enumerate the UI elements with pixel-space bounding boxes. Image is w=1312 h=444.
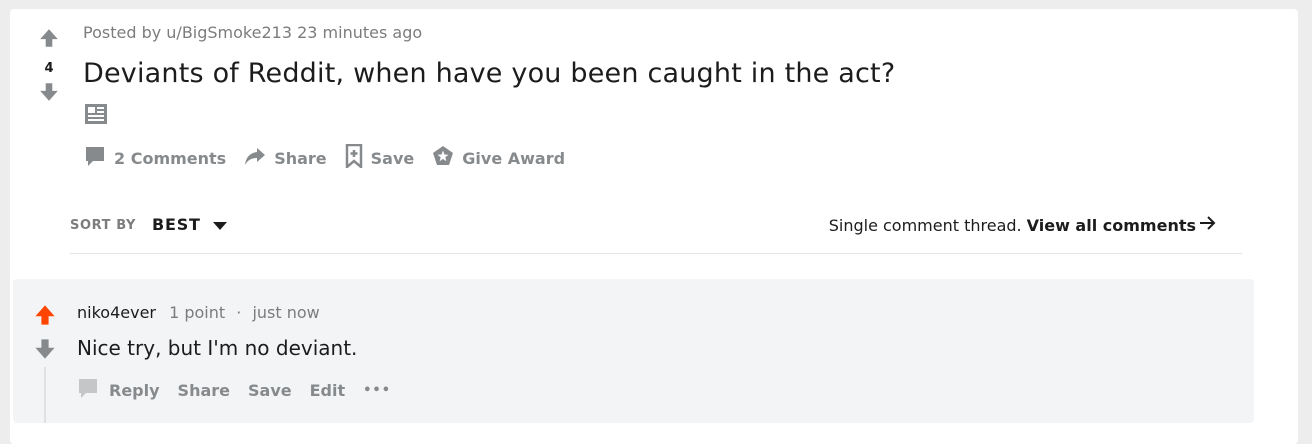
comment-meta: niko4ever 1 point · just now [77, 303, 320, 322]
sort-value: BEST [152, 215, 201, 234]
comment-share-label: Share [177, 380, 230, 400]
comment-body: Nice try, but I'm no deviant. [77, 336, 358, 360]
more-options-label: ••• [363, 382, 392, 398]
comment-upvote-icon[interactable] [33, 303, 57, 331]
award-label: Give Award [462, 148, 566, 168]
bookmark-icon [345, 143, 371, 172]
award-icon [432, 145, 462, 171]
comment-icon [77, 377, 109, 403]
comment-actions: Reply Share Save Edit ••• [77, 377, 409, 403]
text-post-icon [84, 103, 108, 125]
give-award-button[interactable]: Give Award [432, 145, 565, 171]
comments-label: 2 Comments [114, 148, 227, 168]
post-score: 4 [44, 61, 54, 76]
comment-icon [84, 145, 114, 171]
sort-dropdown[interactable]: BEST [152, 215, 227, 234]
upvote-icon[interactable] [29, 27, 69, 57]
comment-share-button[interactable]: Share [178, 381, 230, 400]
comment-edit-button[interactable]: Edit [310, 381, 346, 400]
thread-collapse-line[interactable] [44, 367, 46, 423]
downvote-icon[interactable] [29, 81, 69, 111]
view-all-label: View all comments [1026, 215, 1196, 235]
single-thread-note: Single comment thread. View all comments [829, 215, 1217, 235]
comment-save-button[interactable]: Save [248, 381, 292, 400]
post-title[interactable]: Deviants of Reddit, when have you been c… [83, 58, 895, 89]
post-actions: 2 Comments Share Save Give Award [84, 143, 583, 172]
posted-by-label: Posted by [83, 23, 162, 42]
arrow-right-icon [1196, 215, 1217, 235]
comment: niko4ever 1 point · just now Nice try, b… [13, 279, 1254, 423]
view-all-comments-link[interactable]: View all comments [1027, 215, 1217, 235]
comment-points: 1 point [169, 303, 226, 322]
post-time[interactable]: 23 minutes ago [297, 23, 422, 42]
reply-button[interactable]: Reply [77, 377, 160, 403]
share-icon [244, 145, 274, 171]
sort-label: SORT BY [70, 218, 137, 233]
post-vote-column: 4 [29, 27, 69, 111]
comment-time[interactable]: just now [252, 303, 319, 322]
comment-edit-label: Edit [309, 380, 346, 400]
save-label: Save [370, 148, 415, 168]
single-thread-text: Single comment thread. [828, 215, 1022, 235]
meta-separator: · [236, 303, 242, 322]
more-options-icon[interactable]: ••• [363, 383, 391, 398]
share-button[interactable]: Share [244, 145, 327, 171]
comment-author[interactable]: niko4ever [77, 303, 156, 322]
comment-save-label: Save [248, 380, 292, 400]
save-button[interactable]: Save [345, 143, 415, 172]
share-label: Share [274, 148, 327, 168]
reply-label: Reply [109, 380, 160, 400]
post-meta: Posted by u/BigSmoke213 23 minutes ago [83, 23, 422, 42]
post-author-link[interactable]: u/BigSmoke213 [166, 23, 292, 42]
sort-bar: SORT BY BEST Single comment thread. View… [70, 214, 1242, 254]
comments-button[interactable]: 2 Comments [84, 145, 226, 171]
comment-downvote-icon[interactable] [33, 337, 57, 365]
comment-vote-column [33, 303, 57, 365]
caret-down-icon [201, 215, 227, 234]
